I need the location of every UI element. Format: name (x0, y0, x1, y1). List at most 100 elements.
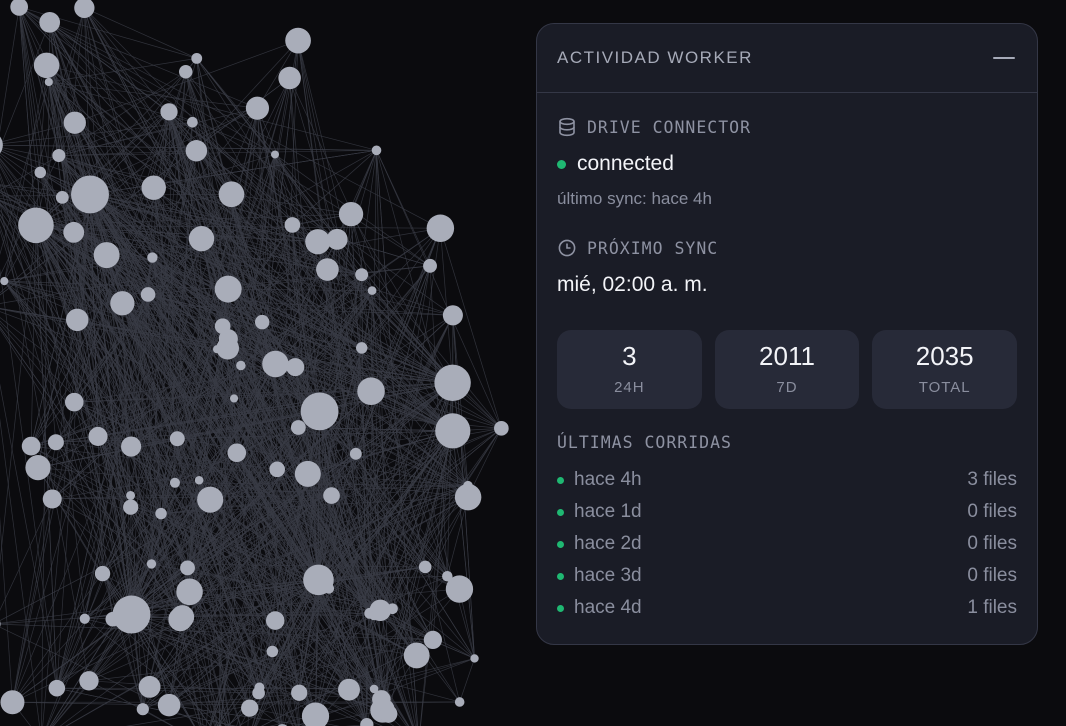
graph-node[interactable] (121, 436, 142, 457)
graph-node[interactable] (254, 314, 270, 330)
graph-node[interactable] (434, 364, 471, 402)
graph-node[interactable] (71, 175, 109, 214)
graph-node[interactable] (44, 77, 53, 87)
graph-node[interactable] (270, 150, 280, 159)
graph-node[interactable] (338, 201, 364, 227)
graph-node[interactable] (138, 675, 161, 698)
graph-node[interactable] (136, 703, 149, 716)
graph-node[interactable] (197, 486, 224, 513)
graph-node[interactable] (442, 305, 463, 326)
graph-node[interactable] (180, 560, 195, 576)
graph-node[interactable] (245, 96, 270, 120)
graph-node[interactable] (236, 360, 246, 371)
graph-node[interactable] (435, 413, 471, 449)
graph-node[interactable] (323, 487, 340, 504)
graph-node[interactable] (265, 611, 285, 630)
graph-node[interactable] (65, 308, 89, 332)
graph-node[interactable] (294, 460, 321, 487)
graph-node[interactable] (316, 258, 339, 281)
graph-node[interactable] (64, 392, 84, 412)
graph-node[interactable] (112, 595, 151, 634)
graph-node[interactable] (218, 181, 245, 208)
graph-node[interactable] (176, 578, 203, 606)
graph-node[interactable] (34, 166, 47, 179)
graph-node[interactable] (141, 175, 166, 200)
graph-node[interactable] (160, 104, 174, 118)
graph-node[interactable] (494, 421, 509, 436)
graph-node[interactable] (305, 229, 331, 255)
graph-node[interactable] (423, 258, 437, 273)
graph-node[interactable] (185, 139, 208, 162)
graph-node[interactable] (418, 560, 432, 574)
graph-node[interactable] (269, 461, 285, 478)
graph-node[interactable] (0, 690, 25, 715)
graph-node[interactable] (214, 318, 231, 335)
graph-node[interactable] (300, 392, 339, 431)
graph-node[interactable] (212, 345, 222, 354)
graph-node[interactable] (191, 52, 203, 64)
graph-node[interactable] (371, 145, 382, 156)
graph-node[interactable] (355, 268, 369, 282)
graph-node[interactable] (39, 11, 61, 33)
graph-node[interactable] (88, 426, 108, 446)
graph-node[interactable] (266, 645, 279, 658)
graph-node[interactable] (63, 221, 85, 243)
graph-node[interactable] (25, 455, 51, 481)
graph-node[interactable] (0, 277, 9, 286)
graph-node[interactable] (463, 480, 473, 491)
graph-node[interactable] (187, 116, 198, 128)
graph-node[interactable] (79, 613, 90, 624)
graph-node[interactable] (79, 671, 99, 691)
graph-node[interactable] (291, 684, 308, 701)
graph-node[interactable] (372, 690, 391, 709)
graph-node[interactable] (356, 342, 368, 354)
graph-node[interactable] (63, 111, 86, 134)
graph-node[interactable] (230, 394, 239, 403)
minimize-button[interactable] (992, 46, 1016, 70)
graph-node[interactable] (178, 64, 193, 79)
graph-node[interactable] (47, 434, 64, 451)
graph-node[interactable] (42, 489, 62, 509)
graph-node[interactable] (290, 420, 306, 435)
graph-node[interactable] (227, 443, 247, 463)
graph-node[interactable] (423, 630, 443, 650)
graph-node[interactable] (157, 693, 181, 717)
graph-node[interactable] (110, 291, 135, 316)
graph-node[interactable] (241, 699, 259, 717)
graph-node[interactable] (126, 490, 136, 500)
graph-node[interactable] (168, 607, 193, 632)
graph-node[interactable] (194, 476, 204, 485)
graph-node[interactable] (470, 654, 479, 663)
graph-node[interactable] (93, 242, 120, 269)
graph-node[interactable] (445, 575, 474, 603)
graph-node[interactable] (286, 358, 305, 377)
graph-node[interactable] (48, 679, 66, 697)
graph-node[interactable] (254, 682, 265, 693)
graph-node[interactable] (285, 27, 311, 54)
graph-node[interactable] (33, 52, 60, 79)
graph-node[interactable] (18, 207, 54, 244)
graph-node[interactable] (169, 431, 185, 447)
graph-node[interactable] (303, 564, 334, 596)
graph-node[interactable] (403, 642, 430, 669)
graph-node[interactable] (357, 377, 385, 405)
graph-node[interactable] (188, 225, 215, 252)
graph-node[interactable] (349, 447, 362, 460)
graph-node[interactable] (155, 507, 167, 520)
graph-node[interactable] (214, 275, 242, 303)
graph-node[interactable] (338, 678, 360, 701)
graph-node[interactable] (454, 697, 465, 707)
graph-node[interactable] (123, 499, 139, 515)
graph-node[interactable] (21, 436, 41, 456)
graph-node[interactable] (262, 350, 289, 378)
graph-node[interactable] (147, 252, 158, 263)
graph-node[interactable] (367, 286, 377, 295)
graph-node[interactable] (52, 149, 66, 163)
graph-node[interactable] (94, 565, 111, 582)
graph-node[interactable] (284, 217, 301, 233)
graph-node[interactable] (140, 287, 156, 302)
graph-node[interactable] (0, 617, 1, 632)
graph-node[interactable] (55, 190, 69, 204)
graph-node[interactable] (169, 477, 180, 488)
graph-node[interactable] (278, 66, 301, 90)
